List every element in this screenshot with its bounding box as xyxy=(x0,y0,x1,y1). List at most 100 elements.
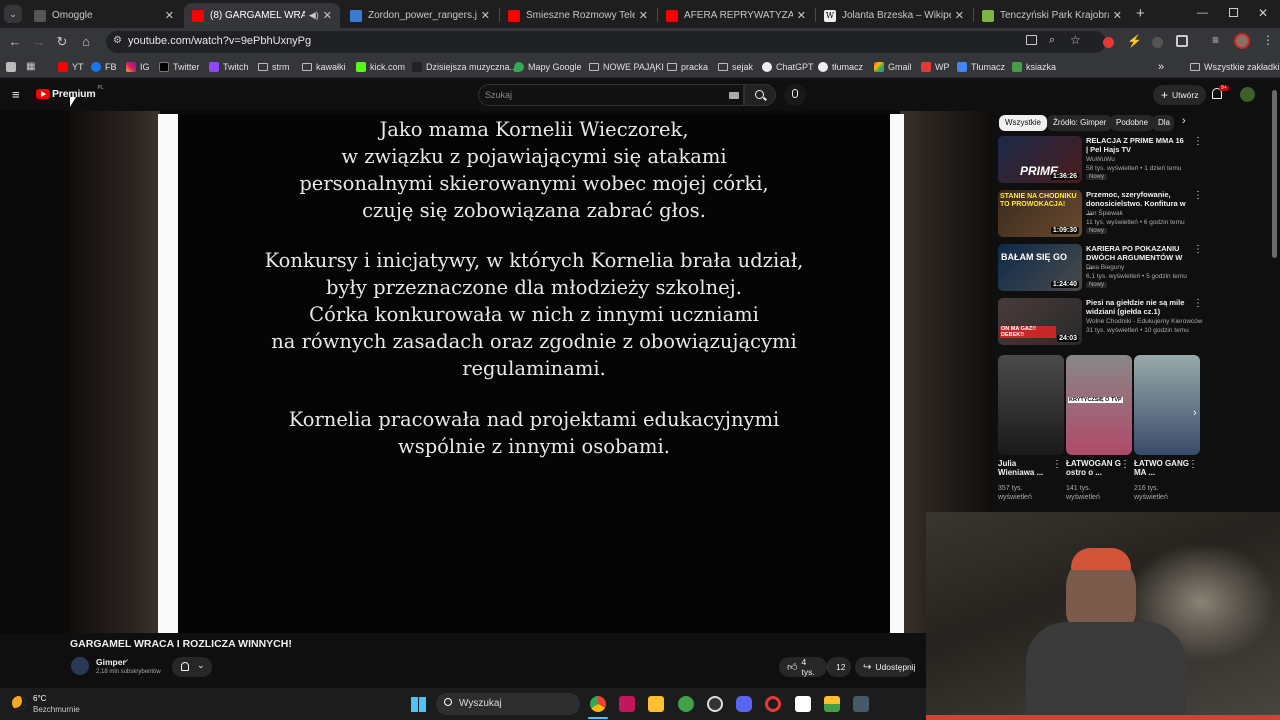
recommendation-item[interactable]: ON MA GAZ!! DEBEK!! 24:03 Piesi na giełd… xyxy=(998,298,1203,348)
minimize-icon[interactable]: — xyxy=(1197,7,1208,19)
bookmark-yt[interactable]: YT xyxy=(58,60,84,74)
recommendation-item[interactable]: BAŁAM SIĘ GO 1:24:40 KARIERA PO POKAZANI… xyxy=(998,244,1203,294)
chip-related[interactable]: Podobne xyxy=(1110,115,1155,131)
grid-apps-icon[interactable]: ▦ xyxy=(26,61,35,72)
new-tab-button[interactable]: + xyxy=(1136,5,1145,22)
layers-app-icon[interactable] xyxy=(824,696,840,712)
short-thumbnail[interactable]: KRYTYCZSIĘ O TVP xyxy=(1066,355,1132,455)
windows-start-icon[interactable] xyxy=(411,697,426,712)
hamburger-menu-icon[interactable]: ≡ xyxy=(12,87,20,102)
weather-temperature[interactable]: 6°C xyxy=(33,694,46,703)
bookmark-twitter[interactable]: Twitter xyxy=(159,60,200,74)
address-bar[interactable]: ⚙ youtube.com/watch?v=9ePbhUxnyPg ⌕ ☆ xyxy=(106,31,1106,53)
bookmark-folder-sejak[interactable]: sejak xyxy=(718,60,753,74)
subscribed-bell-button[interactable]: ⌄ xyxy=(172,657,212,677)
extensions-puzzle-icon[interactable] xyxy=(1176,35,1188,47)
calculator-icon[interactable] xyxy=(853,696,869,712)
bookmark-ksiazka[interactable]: ksiazka xyxy=(1012,60,1056,74)
channel-avatar[interactable] xyxy=(71,657,89,675)
tab-omoggle[interactable]: Omoggle ✕ xyxy=(26,3,182,28)
bookmark-folder-pajaki[interactable]: NOWE PAJĄKI xyxy=(589,60,664,74)
all-bookmarks-folder[interactable]: Wszystkie zakładki xyxy=(1190,60,1280,74)
bookmark-tlumacz[interactable]: tłumacz xyxy=(818,60,863,74)
more-options-icon[interactable]: ⋮ xyxy=(1193,244,1203,255)
bookmark-maps[interactable]: Mapy Google xyxy=(514,60,582,74)
chip-all[interactable]: Wszystkie xyxy=(999,115,1047,131)
bookmark-chatgpt[interactable]: ChatGPT xyxy=(762,60,814,74)
search-input[interactable]: Szukaj xyxy=(478,84,744,106)
taskbar-search[interactable]: Wyszukaj xyxy=(436,693,580,715)
bookmark-folder-strm[interactable]: strm xyxy=(258,60,290,74)
video-player[interactable]: Jako mama Kornelii Wieczorek, w związku … xyxy=(0,111,990,633)
bookmark-tlumacz-google[interactable]: Tłumacz xyxy=(957,60,1005,74)
file-explorer-icon[interactable] xyxy=(648,696,664,712)
discord-icon[interactable] xyxy=(736,696,752,712)
reading-list-icon[interactable]: ≡ xyxy=(1212,33,1219,47)
more-options-icon[interactable]: ⋮ xyxy=(1193,298,1203,309)
recommendation-item[interactable]: STANIE NA CHODNIKU TO PROWOKACJA! 1:09:3… xyxy=(998,190,1203,240)
dislike-button[interactable]: 12 xyxy=(827,657,851,677)
bookmark-folder-pracka[interactable]: pracka xyxy=(667,60,708,74)
shorts-next-icon[interactable]: › xyxy=(1193,407,1197,419)
chip-from-gimper[interactable]: Źródło: Gimper xyxy=(1047,115,1113,131)
bookmark-muzyczna[interactable]: Dzisiejsza muzyczna... xyxy=(412,60,517,74)
install-app-icon[interactable] xyxy=(1026,35,1037,45)
like-button[interactable]: 👍︎ 4 tys. xyxy=(779,657,827,677)
close-tab-icon[interactable]: ✕ xyxy=(955,9,964,22)
bookmark-ig[interactable]: IG xyxy=(126,60,150,74)
close-tab-icon[interactable]: ✕ xyxy=(1113,9,1122,22)
voice-search-button[interactable] xyxy=(784,84,806,106)
bookmark-kick[interactable]: kick.com xyxy=(356,60,405,74)
account-avatar[interactable] xyxy=(1240,87,1255,102)
close-tab-icon[interactable]: ✕ xyxy=(481,9,490,22)
tab-tenczynski[interactable]: Tenczyński Park Krajobrazowy ✕ xyxy=(974,3,1130,28)
more-options-icon[interactable]: ⋮ xyxy=(1120,459,1130,470)
close-tab-icon[interactable]: ✕ xyxy=(165,9,174,22)
profile-avatar[interactable] xyxy=(1234,33,1250,49)
channel-name[interactable]: Gimper xyxy=(96,657,126,667)
short-thumbnail[interactable] xyxy=(998,355,1064,455)
opera-icon[interactable] xyxy=(765,696,781,712)
chip-for-you[interactable]: Dla xyxy=(1152,115,1174,131)
close-tab-icon[interactable]: ✕ xyxy=(323,9,332,22)
tab-zordon[interactable]: Zordon_power_rangers.jpg (35 ✕ xyxy=(342,3,498,28)
create-button[interactable]: + Utwórz xyxy=(1153,85,1207,105)
obs-icon[interactable] xyxy=(707,696,723,712)
back-icon[interactable]: ← xyxy=(6,33,24,51)
keyboard-icon[interactable] xyxy=(729,92,739,99)
close-tab-icon[interactable]: ✕ xyxy=(797,9,806,22)
home-icon[interactable]: ⌂ xyxy=(77,33,95,51)
photo-app-icon[interactable] xyxy=(619,696,635,712)
site-info-icon[interactable]: ⚙ xyxy=(113,35,122,46)
close-window-icon[interactable]: ✕ xyxy=(1258,6,1268,20)
page-scrollbar[interactable] xyxy=(1272,90,1277,258)
bookmark-fb[interactable]: FB xyxy=(91,60,117,74)
recommendation-item[interactable]: PRIME 1:36:26 RELACJA Z PRIME MMA 16 | P… xyxy=(998,136,1203,186)
shield-app-icon[interactable] xyxy=(678,696,694,712)
close-tab-icon[interactable]: ✕ xyxy=(639,9,648,22)
chrome-icon[interactable] xyxy=(590,696,606,712)
bookmark-folder-kawalki[interactable]: kawałki xyxy=(302,60,346,74)
bookmark-twitch[interactable]: Twitch xyxy=(209,60,249,74)
bookmark-gmail[interactable]: Gmail xyxy=(874,60,912,74)
zoom-icon[interactable]: ⌕ xyxy=(1049,34,1055,47)
chip-next-icon[interactable]: › xyxy=(1182,115,1186,127)
chrome-menu-icon[interactable]: ⋮ xyxy=(1262,33,1274,47)
extension-icon[interactable]: ⚡ xyxy=(1127,34,1142,48)
restore-icon[interactable] xyxy=(1229,8,1238,17)
more-options-icon[interactable]: ⋮ xyxy=(1193,136,1203,147)
apps-icon[interactable] xyxy=(6,62,16,72)
more-options-icon[interactable]: ⋮ xyxy=(1052,459,1062,470)
tab-afera[interactable]: AFERA REPRYWATYZACYJNA. J ✕ xyxy=(658,3,814,28)
more-options-icon[interactable]: ⋮ xyxy=(1188,459,1198,470)
more-options-icon[interactable]: ⋮ xyxy=(1193,190,1203,201)
tab-wikipedia[interactable]: W Jolanta Brzeska – Wikipedia, w ✕ xyxy=(816,3,972,28)
search-button[interactable] xyxy=(744,84,776,106)
bookmark-wp[interactable]: WP xyxy=(921,60,950,74)
record-extension-icon[interactable] xyxy=(1103,37,1114,48)
bookmark-star-icon[interactable]: ☆ xyxy=(1070,33,1081,47)
tab-smieszne[interactable]: Śmieszne Rozmowy Telefonicz ✕ xyxy=(500,3,656,28)
forward-icon[interactable]: → xyxy=(30,33,48,51)
reload-icon[interactable]: ↻ xyxy=(53,33,71,51)
extension-grey-icon[interactable] xyxy=(1152,37,1163,48)
